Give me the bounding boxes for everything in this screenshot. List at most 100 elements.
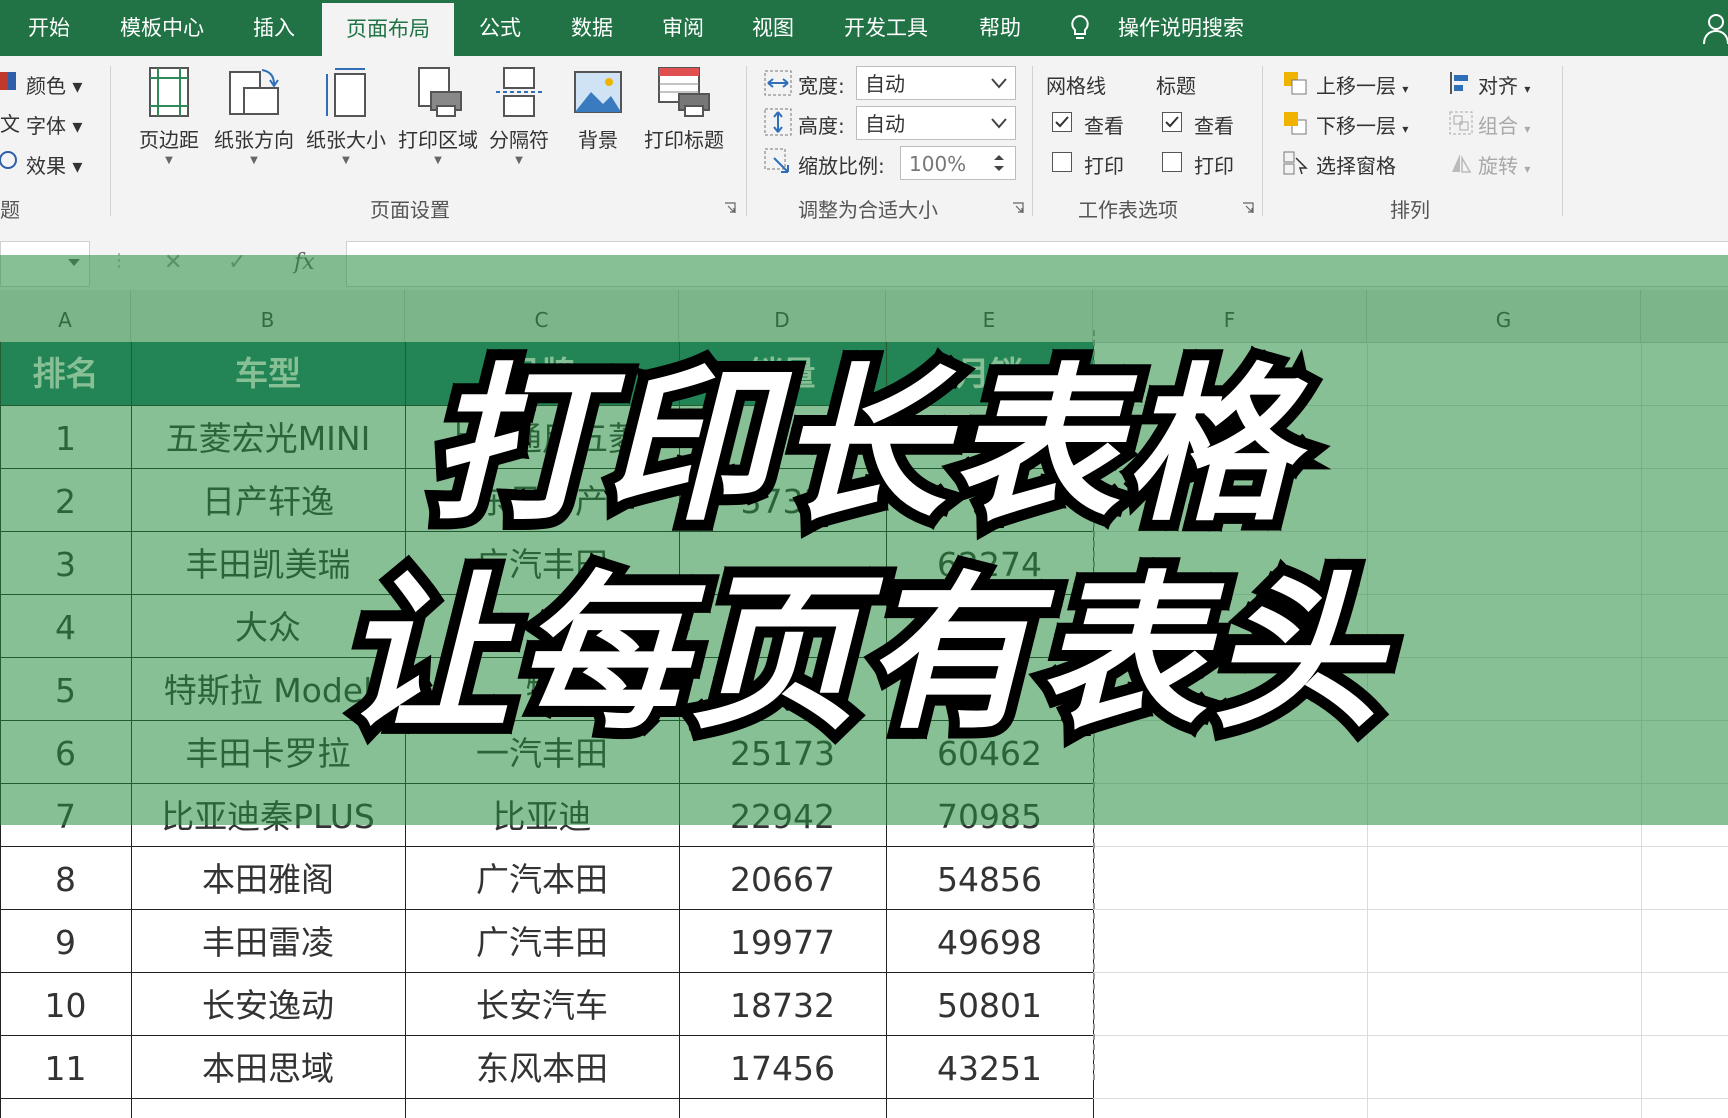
- tab-view[interactable]: 视图: [728, 0, 818, 56]
- table-cell[interactable]: 长安汽车: [405, 972, 679, 1035]
- headings-view-checkbox[interactable]: [1162, 112, 1182, 132]
- margins-button[interactable]: 页边距 ▼: [128, 66, 210, 166]
- tab-template-center[interactable]: 模板中心: [98, 0, 226, 56]
- tab-formulas[interactable]: 公式: [454, 0, 546, 56]
- scale-spinner[interactable]: 100%: [900, 146, 1016, 180]
- bring-forward-label: 上移一层: [1316, 74, 1396, 98]
- table-cell[interactable]: 丰田雷凌: [131, 909, 405, 972]
- checkmark-icon: [1165, 116, 1179, 128]
- scale-value: 100%: [909, 152, 967, 176]
- bring-forward-button[interactable]: 上移一层 ▾: [1316, 70, 1408, 99]
- table-cell[interactable]: 11: [0, 1035, 131, 1098]
- headings-print-label: 打印: [1194, 154, 1234, 178]
- table-cell[interactable]: 广汽本田: [405, 846, 679, 909]
- ribbon-separator: [110, 66, 111, 216]
- table-cell[interactable]: 本田思域: [131, 1035, 405, 1098]
- ribbon-tab-bar: 开始 模板中心 插入 页面布局 公式 数据 审阅 视图 开发工具 帮助 操作说明…: [0, 0, 1728, 56]
- scale-to-fit-group-label: 调整为合适大小: [798, 198, 938, 222]
- ribbon-separator: [1562, 66, 1563, 216]
- send-backward-icon: [1284, 112, 1307, 135]
- tab-review[interactable]: 审阅: [638, 0, 728, 56]
- rotate-button[interactable]: 旋转 ▾: [1478, 150, 1530, 179]
- theme-colors-button[interactable]: 颜色 ▾: [26, 70, 82, 99]
- checkmark-icon: [1055, 116, 1069, 128]
- gridlines-view-label: 查看: [1084, 114, 1124, 138]
- print-area-button[interactable]: 打印区域 ▼: [392, 66, 484, 166]
- arrange-group-label: 排列: [1390, 198, 1430, 222]
- align-button[interactable]: 对齐 ▾: [1478, 70, 1530, 99]
- table-cell[interactable]: 54856: [886, 846, 1093, 909]
- chevron-down-icon: [991, 118, 1007, 129]
- group-button[interactable]: 组合 ▾: [1478, 110, 1530, 139]
- print-titles-button[interactable]: 打印标题: [636, 66, 732, 153]
- selection-pane-button[interactable]: 选择窗格: [1316, 150, 1396, 179]
- breaks-button[interactable]: 分隔符 ▼: [482, 66, 556, 166]
- table-cell[interactable]: 18732: [679, 972, 886, 1035]
- overlay-title-line2: 让每页有表头: [331, 545, 1391, 763]
- tab-page-layout[interactable]: 页面布局: [322, 3, 454, 56]
- grid-line: [0, 1035, 1093, 1036]
- chevron-down-icon: [991, 78, 1007, 89]
- background-button[interactable]: 背景: [562, 66, 634, 153]
- headings-print-checkbox[interactable]: [1162, 152, 1182, 172]
- tell-me-search[interactable]: 操作说明搜索: [1118, 0, 1244, 56]
- rotate-label: 旋转: [1478, 154, 1518, 178]
- height-select[interactable]: 自动: [856, 106, 1016, 140]
- selection-pane-icon: [1283, 151, 1308, 175]
- gridlines-view-checkbox[interactable]: [1052, 112, 1072, 132]
- align-label: 对齐: [1478, 74, 1518, 98]
- scale-launcher-icon[interactable]: [1012, 202, 1024, 214]
- headings-view-label: 查看: [1194, 114, 1234, 138]
- page-setup-launcher-icon[interactable]: [724, 202, 736, 214]
- tab-home[interactable]: 开始: [0, 0, 98, 56]
- print-titles-label: 打印标题: [644, 128, 724, 152]
- headings-label: 标题: [1156, 74, 1196, 98]
- table-cell[interactable]: 49698: [886, 909, 1093, 972]
- send-backward-label: 下移一层: [1316, 114, 1396, 138]
- table-cell[interactable]: 20667: [679, 846, 886, 909]
- user-icon[interactable]: [1702, 12, 1728, 44]
- grid-line: [1093, 1035, 1728, 1036]
- table-cell[interactable]: 17456: [679, 1035, 886, 1098]
- send-backward-button[interactable]: 下移一层 ▾: [1316, 110, 1408, 139]
- grid-line: [1093, 1098, 1728, 1099]
- margins-label: 页边距: [139, 128, 199, 152]
- table-cell[interactable]: 东风本田: [405, 1035, 679, 1098]
- ribbon-separator: [1032, 66, 1033, 216]
- grid-line: [1093, 846, 1728, 847]
- tab-insert[interactable]: 插入: [226, 0, 322, 56]
- tab-help[interactable]: 帮助: [954, 0, 1046, 56]
- grid-line: [0, 846, 1093, 847]
- table-cell[interactable]: 10: [0, 972, 131, 1035]
- print-area-label: 打印区域: [398, 128, 478, 152]
- table-cell[interactable]: 8: [0, 846, 131, 909]
- align-icon: [1450, 72, 1468, 94]
- width-select[interactable]: 自动: [856, 66, 1016, 100]
- table-cell[interactable]: 长安逸动: [131, 972, 405, 1035]
- height-label: 高度:: [798, 114, 845, 138]
- sheet-options-launcher-icon[interactable]: [1242, 202, 1254, 214]
- breaks-icon: [496, 67, 542, 117]
- table-cell[interactable]: 43251: [886, 1035, 1093, 1098]
- grid-line: [1093, 972, 1728, 973]
- lightbulb-icon[interactable]: [1068, 14, 1092, 42]
- tab-data[interactable]: 数据: [546, 0, 638, 56]
- theme-effects-button[interactable]: 效果 ▾: [26, 150, 82, 179]
- size-label: 纸张大小: [306, 128, 386, 152]
- table-cell[interactable]: 19977: [679, 909, 886, 972]
- selection-pane-label: 选择窗格: [1316, 154, 1396, 178]
- table-cell[interactable]: 9: [0, 909, 131, 972]
- spinner-arrows-icon[interactable]: [989, 147, 1009, 179]
- size-button[interactable]: 纸张大小 ▼: [300, 66, 392, 166]
- grid-line: [0, 1098, 1093, 1099]
- grid-line: [0, 909, 1093, 910]
- height-value: 自动: [865, 112, 905, 136]
- table-cell[interactable]: 广汽丰田: [405, 909, 679, 972]
- table-cell[interactable]: 本田雅阁: [131, 846, 405, 909]
- orientation-button[interactable]: 纸张方向 ▼: [206, 66, 302, 166]
- tab-developer[interactable]: 开发工具: [818, 0, 954, 56]
- theme-fonts-button[interactable]: 字体 ▾: [26, 110, 82, 139]
- ribbon-separator: [1262, 66, 1263, 216]
- gridlines-print-checkbox[interactable]: [1052, 152, 1072, 172]
- table-cell[interactable]: 50801: [886, 972, 1093, 1035]
